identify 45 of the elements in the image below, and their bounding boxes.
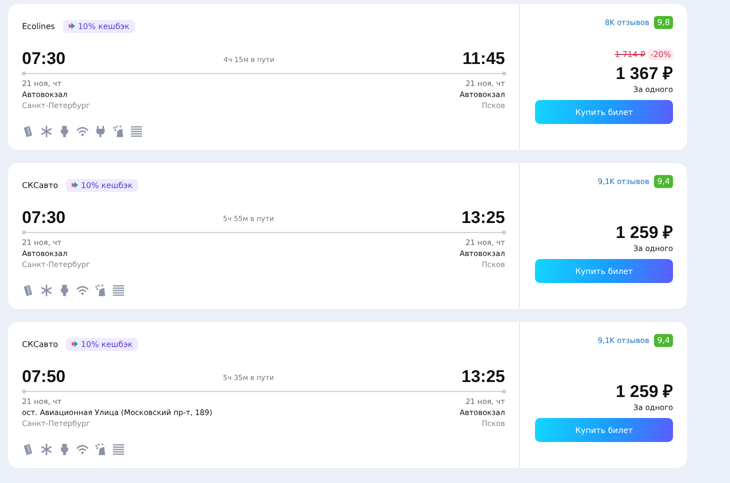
snowflake-icon xyxy=(40,443,53,456)
wifi-icon xyxy=(76,125,89,138)
spray-icon xyxy=(94,284,107,297)
discount-badge: -20% xyxy=(648,49,673,60)
departure-time: 07:30 xyxy=(22,208,66,228)
carrier-name: СКСавто xyxy=(22,180,58,190)
rating-badge: 9,4 xyxy=(654,334,673,347)
toilet-icon xyxy=(58,125,71,138)
spray-icon xyxy=(112,125,125,138)
buy-ticket-button[interactable]: Купить билет xyxy=(535,100,673,124)
blinds-icon xyxy=(112,284,125,297)
ticket-icon xyxy=(22,125,35,138)
rating-badge: 9,8 xyxy=(654,16,673,29)
arrival-time: 13:25 xyxy=(462,367,505,387)
cashback-text: 10% кешбэк xyxy=(81,180,133,190)
cashback-icon xyxy=(71,340,80,348)
departure-time: 07:30 xyxy=(22,49,66,69)
departure-time: 07:50 xyxy=(22,367,66,387)
rating-badge: 9,4 xyxy=(654,175,673,188)
price: 1 259 ₽ xyxy=(616,222,673,243)
blinds-icon xyxy=(130,125,143,138)
buy-ticket-button[interactable]: Купить билет xyxy=(535,418,673,442)
price: 1 259 ₽ xyxy=(616,381,673,402)
arrival-time: 13:25 xyxy=(462,208,505,228)
snowflake-icon xyxy=(40,125,53,138)
cashback-icon xyxy=(68,22,76,30)
wifi-icon xyxy=(76,443,89,456)
carrier-name: СКСавто xyxy=(22,340,58,348)
blinds-icon xyxy=(112,443,125,456)
carrier-name: Ecolines xyxy=(22,22,55,30)
cashback-text: 10% кешбэк xyxy=(81,340,133,348)
cashback-text: 10% кешбэк xyxy=(78,22,130,30)
wifi-icon xyxy=(76,284,89,297)
plug-icon xyxy=(94,125,107,138)
arrival-time: 11:45 xyxy=(462,49,505,69)
price: 1 367 ₽ xyxy=(616,63,673,84)
ticket-icon xyxy=(22,284,35,297)
old-price: 1 714 ₽ xyxy=(614,50,646,59)
toilet-icon xyxy=(58,443,71,456)
buy-ticket-button[interactable]: Купить билет xyxy=(535,259,673,283)
cashback-icon xyxy=(71,181,80,189)
snowflake-icon xyxy=(40,284,53,297)
spray-icon xyxy=(94,443,107,456)
ticket-icon xyxy=(22,443,35,456)
toilet-icon xyxy=(58,284,71,297)
